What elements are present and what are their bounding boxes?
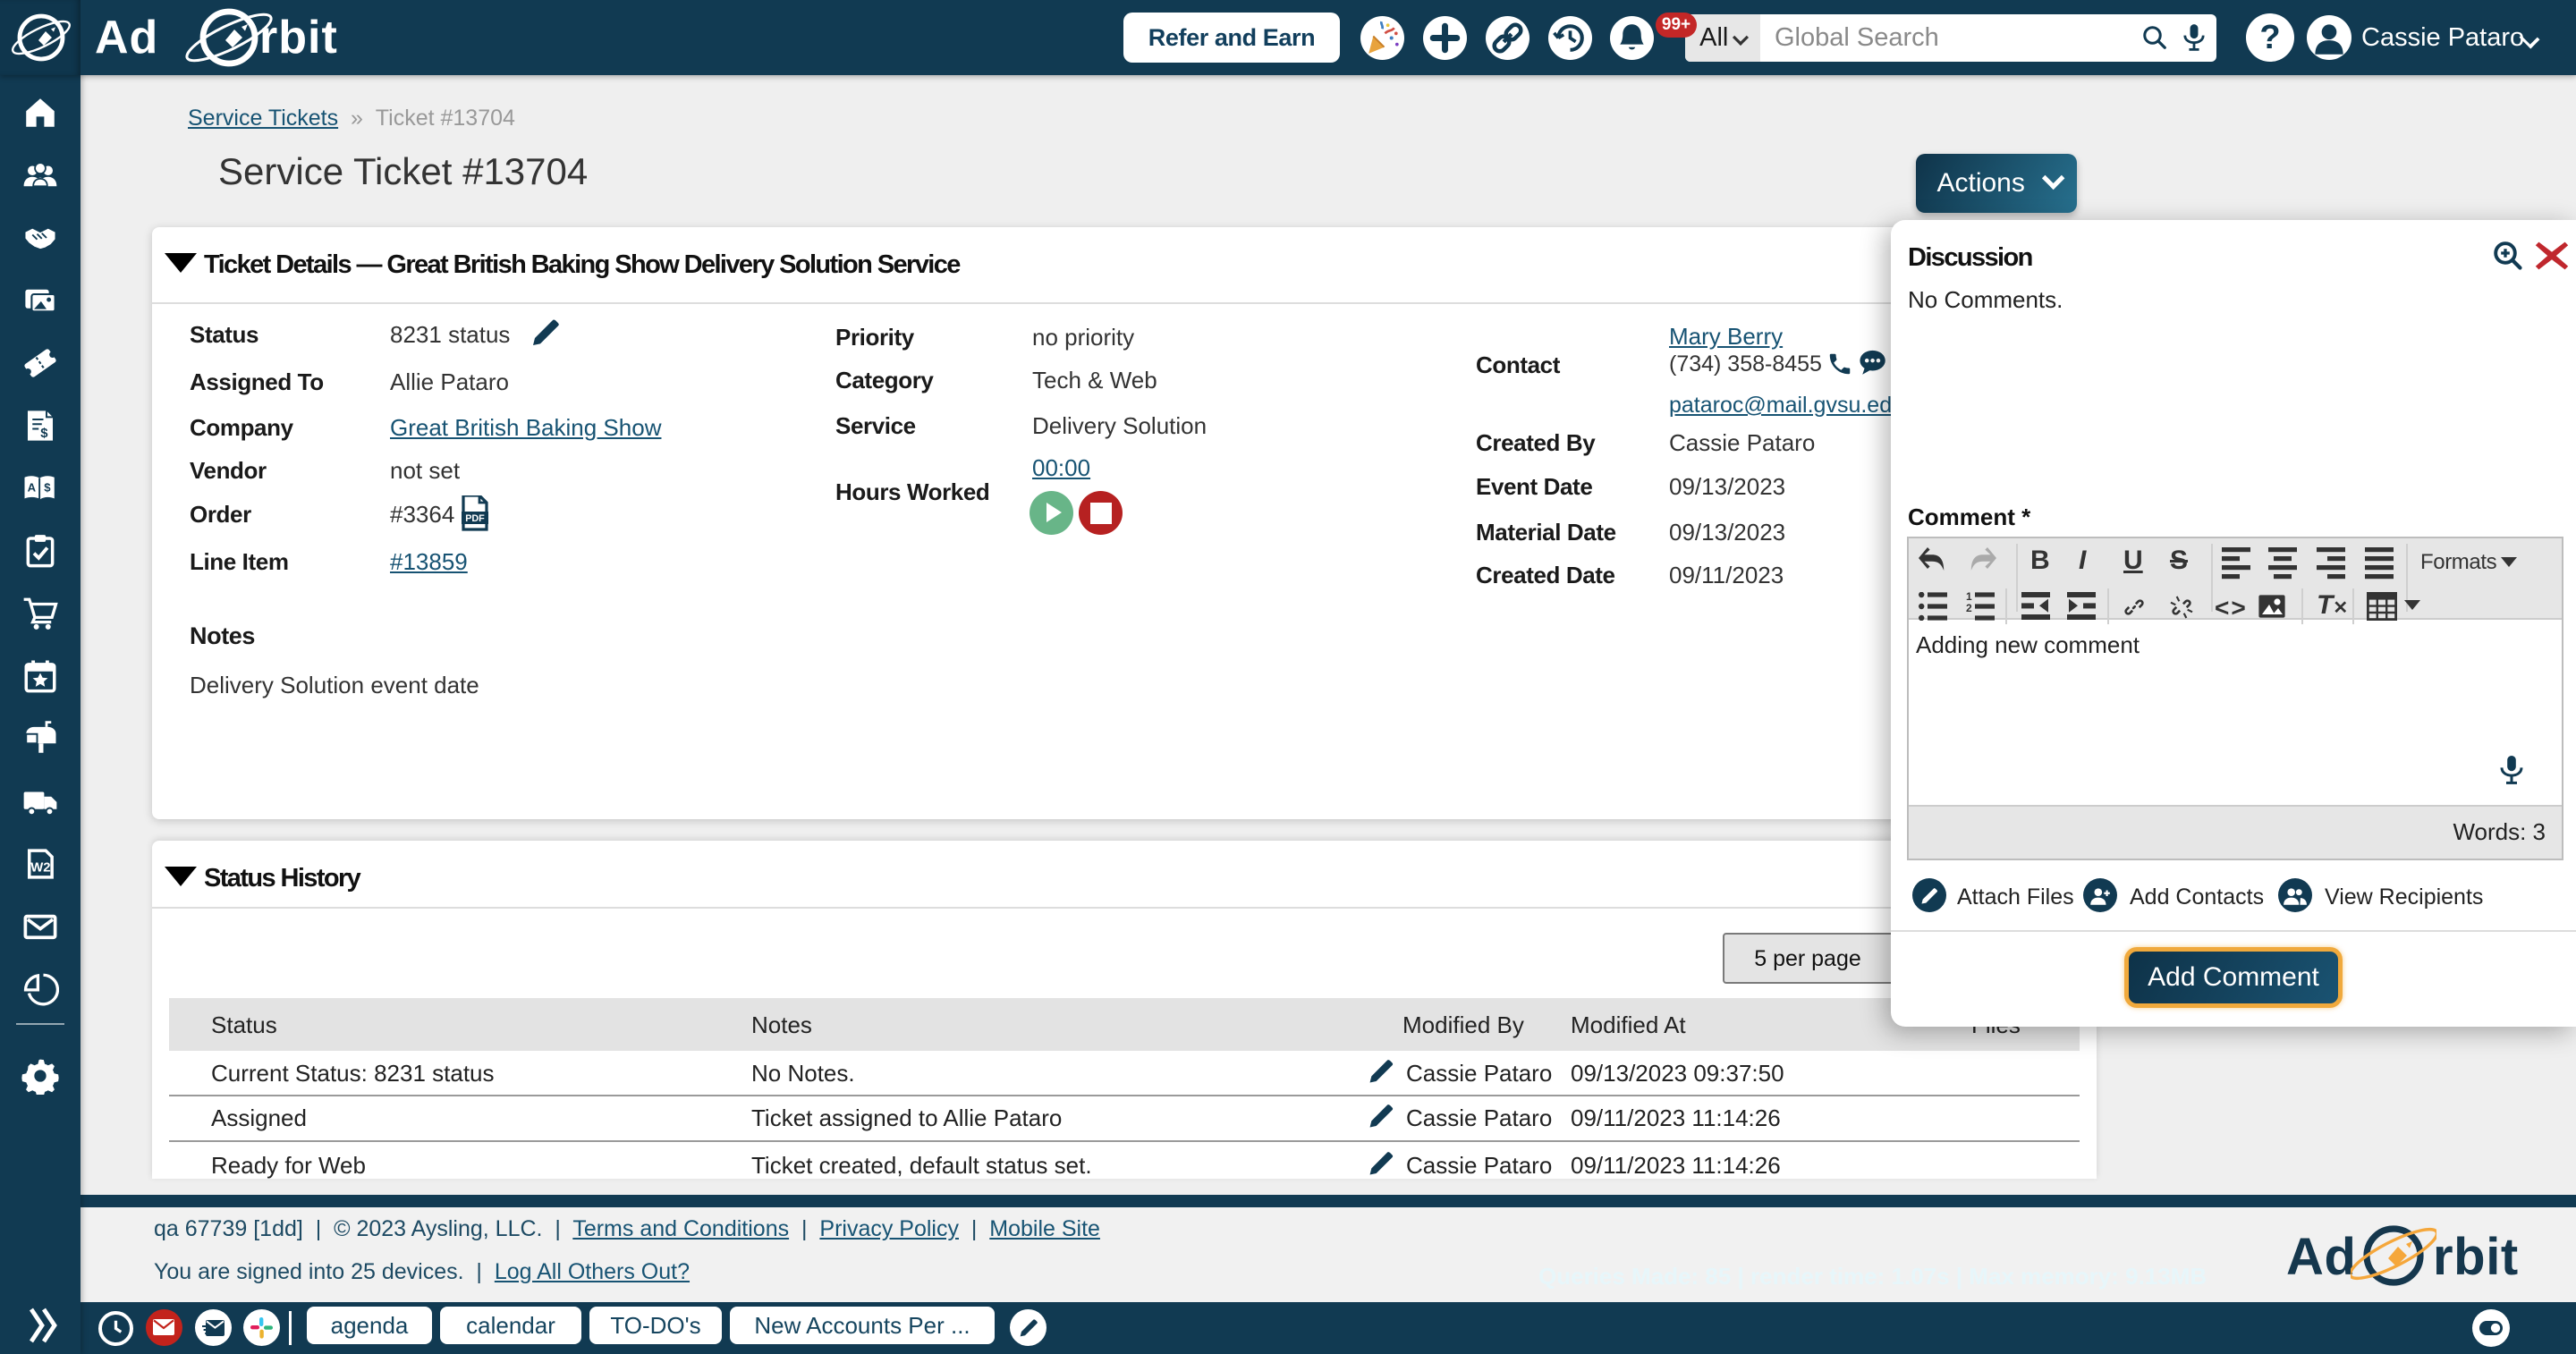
svg-text:2: 2: [1966, 602, 1972, 614]
svg-text:A: A: [28, 481, 37, 495]
svg-text:$: $: [44, 481, 51, 495]
svg-text:W2: W2: [30, 860, 50, 875]
svg-text:PDF: PDF: [465, 513, 485, 524]
svg-text:$: $: [40, 427, 48, 441]
